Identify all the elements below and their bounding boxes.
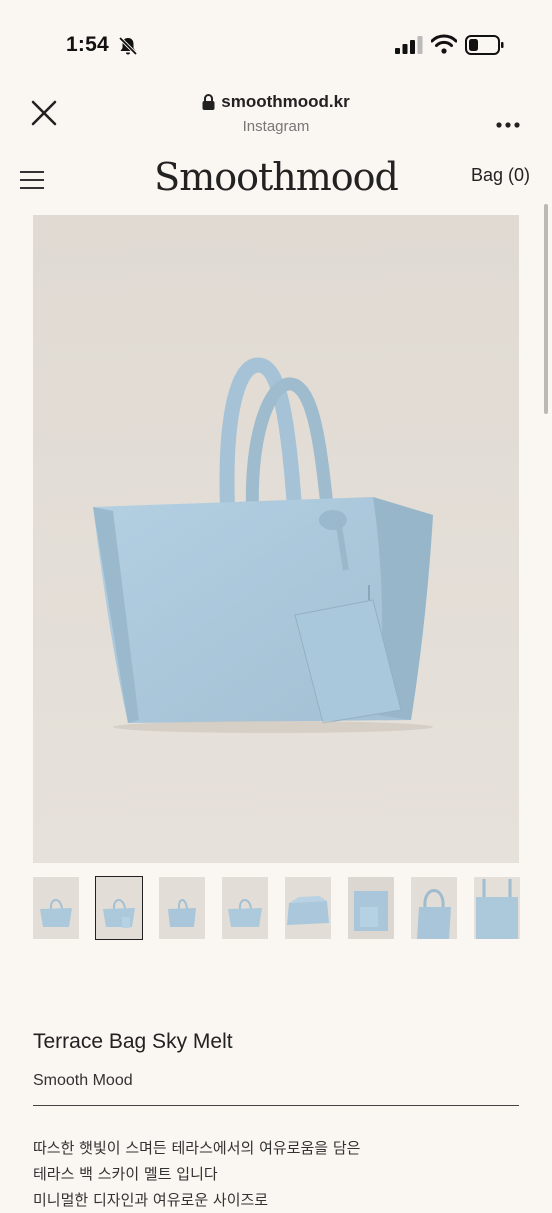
description-line: 테라스 백 스카이 멜트 입니다 [33,1165,218,1183]
thumbnail-4[interactable] [222,877,268,939]
lock-icon [202,94,215,110]
thumbnail-strip [33,876,520,941]
more-icon[interactable] [480,92,536,136]
thumbnail-2[interactable] [95,876,143,940]
product-main-image[interactable] [33,215,519,863]
thumbnail-8[interactable] [474,877,520,939]
status-bar: 1:54 [0,0,552,80]
thumbnail-6[interactable] [348,877,394,939]
site-header: Smoothmood Bag (0) [0,150,552,212]
site-logo[interactable]: Smoothmood [0,155,552,199]
product-title: Terrace Bag Sky Melt [33,1030,233,1053]
divider [33,1105,519,1106]
in-app-browser-header: smoothmood.kr Instagram [0,80,552,150]
url-text: smoothmood.kr [221,92,350,111]
battery-icon [465,35,504,55]
product-brand: Smooth Mood [33,1072,133,1089]
url-display[interactable]: smoothmood.kr Instagram [0,92,552,135]
thumbnail-7[interactable] [411,877,457,939]
wifi-icon [431,34,457,54]
product-description: 따스한 햇빛이 스며든 테라스에서의 여유로움을 담은 테라스 백 스카이 멜트… [33,1135,360,1213]
description-line: 따스한 햇빛이 스며든 테라스에서의 여유로움을 담은 [33,1139,361,1157]
scrollbar[interactable] [544,204,548,414]
cellular-signal-icon [395,36,423,54]
description-line: 미니멀한 디자인과 여유로운 사이즈로 [33,1191,269,1209]
bell-slash-icon [118,36,138,56]
thumbnail-3[interactable] [159,877,205,939]
bag-link[interactable]: Bag (0) [471,165,530,186]
thumbnail-1[interactable] [33,877,79,939]
url-subtitle: Instagram [242,118,310,135]
status-time: 1:54 [66,33,109,56]
thumbnail-5[interactable] [285,877,331,939]
